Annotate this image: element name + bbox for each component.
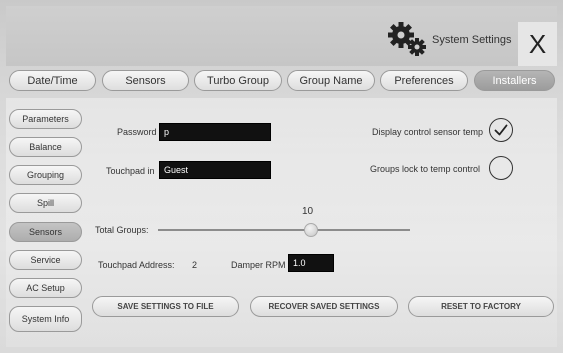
tab-label: Sensors bbox=[125, 74, 166, 87]
reset-factory-label: RESET TO FACTORY bbox=[441, 302, 521, 311]
tab-label: Date/Time bbox=[27, 74, 78, 87]
sidebar-item-label: AC Setup bbox=[26, 283, 65, 293]
recover-settings-button[interactable]: RECOVER SAVED SETTINGS bbox=[250, 296, 398, 317]
system-settings-title[interactable]: System Settings bbox=[386, 20, 511, 60]
touchpad-in-value: Guest bbox=[164, 165, 189, 175]
touchpad-in-field[interactable]: Guest bbox=[159, 161, 271, 179]
sidebar-item-label: Parameters bbox=[22, 114, 69, 124]
sidebar-item-label: Sensors bbox=[28, 227, 63, 237]
close-button[interactable]: X bbox=[518, 22, 557, 66]
sidebar-item-spill[interactable]: Spill bbox=[9, 193, 82, 213]
display-control-checkbox[interactable] bbox=[489, 118, 513, 142]
save-settings-label: SAVE SETTINGS TO FILE bbox=[117, 302, 214, 311]
touchpad-address-label: Touchpad Address: bbox=[98, 260, 175, 270]
reset-factory-button[interactable]: RESET TO FACTORY bbox=[408, 296, 554, 317]
tab-label: Installers bbox=[492, 74, 537, 87]
sidebar-item-system-info[interactable]: System Info bbox=[9, 306, 82, 332]
tab-sensors[interactable]: Sensors bbox=[102, 70, 189, 91]
total-groups-slider-thumb[interactable] bbox=[304, 223, 318, 237]
touchpad-address-value: 2 bbox=[192, 260, 198, 270]
close-icon: X bbox=[528, 28, 547, 59]
damper-rpm-value: 1.0 bbox=[293, 258, 306, 268]
damper-rpm-label: Damper RPM bbox=[231, 260, 286, 270]
tab-label: Turbo Group bbox=[207, 74, 269, 87]
sidebar-item-label: System Info bbox=[21, 314, 70, 324]
password-label: Password bbox=[117, 127, 157, 137]
sidebar-item-grouping[interactable]: Grouping bbox=[9, 165, 82, 185]
total-groups-label: Total Groups: bbox=[95, 225, 149, 235]
groups-lock-checkbox[interactable] bbox=[489, 156, 513, 180]
sidebar-item-label: Spill bbox=[36, 198, 54, 208]
total-groups-value: 10 bbox=[302, 206, 314, 217]
display-control-label: Display control sensor temp bbox=[372, 127, 484, 137]
tab-installers[interactable]: Installers bbox=[474, 70, 555, 91]
tab-group-name[interactable]: Group Name bbox=[287, 70, 375, 91]
sidebar-item-ac-setup[interactable]: AC Setup bbox=[9, 278, 82, 298]
sidebar-item-label: Service bbox=[30, 255, 61, 265]
header-bar: System Settings bbox=[6, 6, 557, 66]
sidebar-item-label: Balance bbox=[29, 142, 62, 152]
groups-lock-label: Groups lock to temp control bbox=[370, 164, 481, 174]
touchpad-in-label: Touchpad in bbox=[106, 166, 155, 176]
checkmark-icon bbox=[493, 122, 509, 138]
sidebar-item-parameters[interactable]: Parameters bbox=[9, 109, 82, 129]
sidebar-item-label: Grouping bbox=[26, 170, 65, 180]
password-field[interactable]: p bbox=[159, 123, 271, 141]
gears-icon bbox=[386, 20, 430, 60]
sidebar-item-sensors[interactable]: Sensors bbox=[9, 222, 82, 242]
damper-rpm-field[interactable]: 1.0 bbox=[288, 254, 334, 272]
tab-date-time[interactable]: Date/Time bbox=[9, 70, 96, 91]
sidebar-item-balance[interactable]: Balance bbox=[9, 137, 82, 157]
password-value: p bbox=[164, 127, 170, 137]
tab-label: Group Name bbox=[299, 74, 363, 87]
recover-settings-label: RECOVER SAVED SETTINGS bbox=[268, 302, 380, 311]
total-groups-slider-track[interactable] bbox=[158, 229, 410, 231]
sidebar-item-service[interactable]: Service bbox=[9, 250, 82, 270]
tab-turbo-group[interactable]: Turbo Group bbox=[194, 70, 282, 91]
page-title: System Settings bbox=[432, 34, 512, 46]
tab-label: Preferences bbox=[394, 74, 454, 87]
tab-preferences[interactable]: Preferences bbox=[380, 70, 468, 91]
save-settings-button[interactable]: SAVE SETTINGS TO FILE bbox=[92, 296, 239, 317]
